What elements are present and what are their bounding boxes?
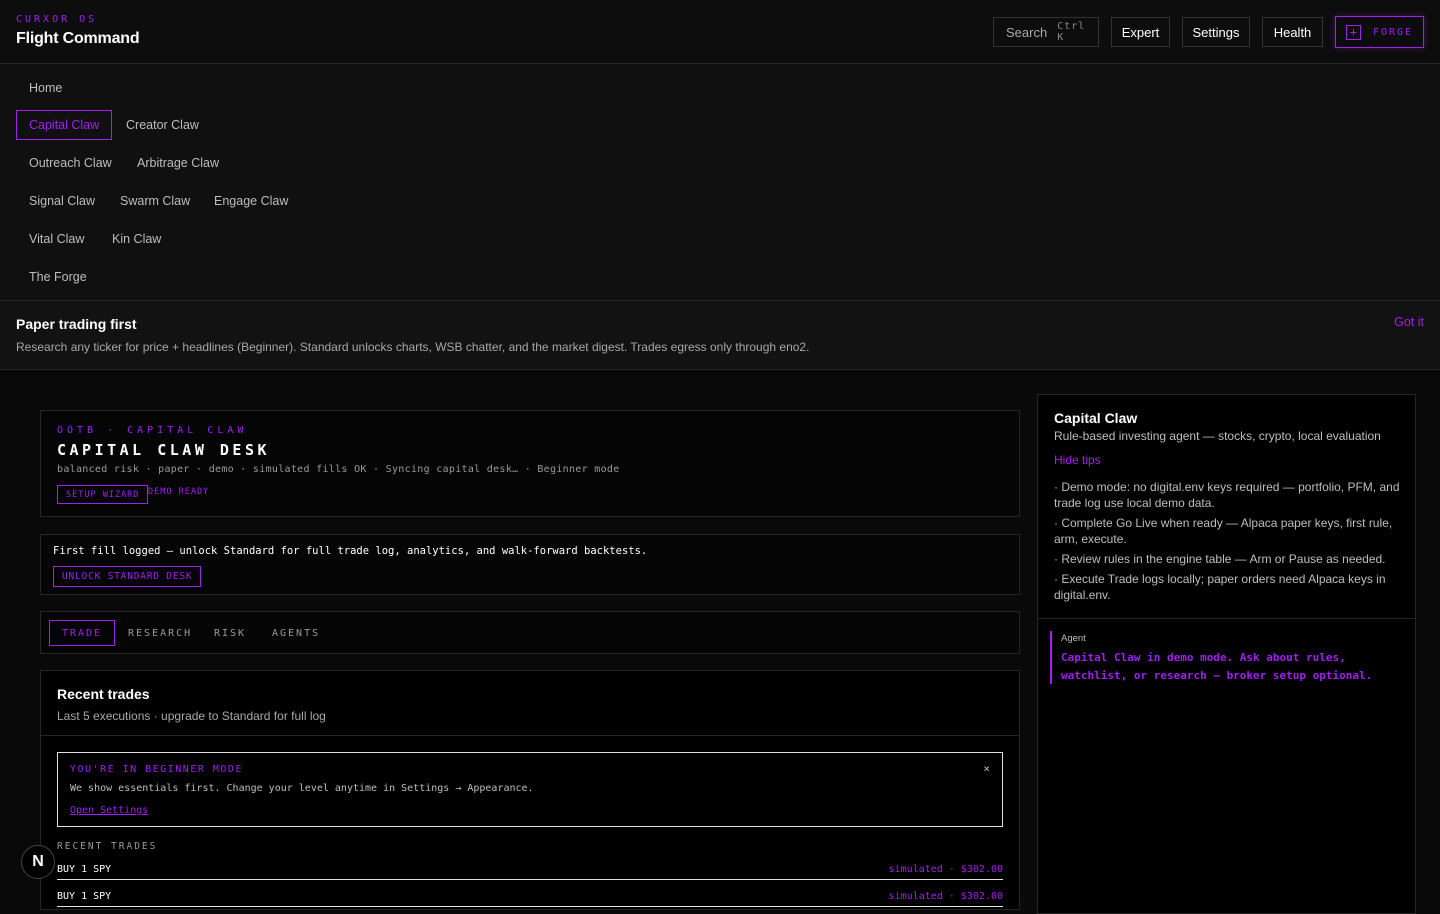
sidebar-title: Capital Claw	[1054, 410, 1138, 426]
nav-item-swarm-claw[interactable]: Swarm Claw	[107, 186, 203, 216]
recent-trades-subtitle: Last 5 executions · upgrade to Standard …	[57, 709, 326, 723]
desk-eyebrow: OOTB · CAPITAL CLAW	[57, 425, 248, 436]
app-title: Flight Command	[16, 30, 140, 47]
recent-trades-label: RECENT TRADES	[57, 841, 158, 852]
agent-label: Agent	[1061, 633, 1086, 644]
capital-claw-sidebar: Capital Claw Rule-based investing agent …	[1037, 394, 1416, 914]
trade-action: BUY 1 SPY	[57, 891, 112, 902]
nav-item-engage-claw[interactable]: Engage Claw	[201, 186, 301, 216]
expert-button[interactable]: Expert	[1111, 17, 1170, 47]
nav-item-outreach-claw[interactable]: Outreach Claw	[16, 148, 125, 178]
recent-trades-title: Recent trades	[57, 686, 150, 702]
agent-message: Agent Capital Claw in demo mode. Ask abo…	[1050, 631, 1402, 684]
trade-detail: simulated · $302.00	[888, 891, 1003, 902]
unlock-standard-card: First fill logged — unlock Standard for …	[40, 534, 1020, 595]
desk-meta: balanced risk · paper · demo · simulated…	[57, 464, 620, 475]
search-label: Search	[1006, 24, 1048, 40]
tip-title: Paper trading first	[16, 316, 137, 332]
unlock-standard-button[interactable]: UNLOCK STANDARD DESK	[53, 566, 202, 587]
trade-row[interactable]: BUY 1 SPY simulated · $302.00	[57, 860, 1003, 880]
claw-navigation: Home Capital Claw Creator Claw Outreach …	[0, 64, 1440, 301]
open-settings-link[interactable]: Open Settings	[70, 805, 148, 816]
nav-item-signal-claw[interactable]: Signal Claw	[16, 186, 108, 216]
close-icon[interactable]: ×	[983, 762, 990, 775]
beginner-title: YOU'RE IN BEGINNER MODE	[70, 764, 243, 775]
capital-claw-desk-card: OOTB · CAPITAL CLAW CAPITAL CLAW DESK ba…	[40, 410, 1020, 517]
nav-item-arbitrage-claw[interactable]: Arbitrage Claw	[124, 148, 232, 178]
search-shortcut: Ctrl K	[1057, 21, 1086, 43]
tip-item: · Review rules in the engine table — Arm…	[1054, 552, 1386, 566]
forge-button[interactable]: + FORGE	[1335, 16, 1424, 48]
forge-label: FORGE	[1372, 26, 1414, 38]
sidebar-info: Capital Claw Rule-based investing agent …	[1038, 395, 1415, 619]
desk-title: CAPITAL CLAW DESK	[57, 441, 271, 459]
trade-action: BUY 1 SPY	[57, 864, 112, 875]
nav-item-the-forge[interactable]: The Forge	[16, 262, 100, 292]
plus-icon: +	[1345, 24, 1361, 40]
setup-wizard-button[interactable]: SETUP WIZARD	[57, 485, 149, 504]
beginner-mode-notice: YOU'RE IN BEGINNER MODE We show essentia…	[57, 752, 1003, 827]
recent-trades-header: Recent trades Last 5 executions · upgrad…	[41, 671, 1019, 736]
tab-agents[interactable]: AGENTS	[259, 620, 333, 646]
nav-item-creator-claw[interactable]: Creator Claw	[113, 110, 212, 140]
recent-trades-panel: Recent trades Last 5 executions · upgrad…	[40, 670, 1020, 910]
top-bar: CURXOR OS Flight Command Search Ctrl K E…	[0, 0, 1440, 64]
tip-item: · Demo mode: no digital.env keys require…	[1054, 480, 1400, 510]
trade-detail: simulated · $302.00	[888, 864, 1003, 875]
demo-ready-badge: DEMO READY	[148, 487, 210, 497]
got-it-button[interactable]: Got it	[1394, 315, 1424, 329]
nav-item-vital-claw[interactable]: Vital Claw	[16, 224, 97, 254]
health-button[interactable]: Health	[1262, 17, 1323, 47]
nav-item-capital-claw[interactable]: Capital Claw	[16, 110, 113, 140]
tip-item: · Execute Trade logs locally; paper orde…	[1054, 572, 1386, 602]
tip-item: · Complete Go Live when ready — Alpaca p…	[1054, 516, 1393, 546]
agent-text: Capital Claw in demo mode. Ask about rul…	[1061, 651, 1373, 682]
hide-tips-link[interactable]: Hide tips	[1054, 453, 1101, 467]
main-content: OOTB · CAPITAL CLAW CAPITAL CLAW DESK ba…	[0, 370, 1440, 914]
trade-row[interactable]: BUY 1 SPY simulated · $302.00	[57, 887, 1003, 907]
unlock-message: First fill logged — unlock Standard for …	[53, 545, 648, 557]
nav-item-home[interactable]: Home	[16, 73, 75, 103]
settings-button[interactable]: Settings	[1182, 17, 1250, 47]
tab-trade[interactable]: TRADE	[49, 620, 116, 646]
tab-research[interactable]: RESEARCH	[115, 620, 205, 646]
beginner-text: We show essentials first. Change your le…	[70, 783, 534, 794]
sidebar-subtitle: Rule-based investing agent — stocks, cry…	[1054, 429, 1381, 443]
desk-tabs: TRADE RESEARCH RISK AGENTS	[40, 611, 1020, 654]
nextjs-badge-icon[interactable]: N	[21, 845, 55, 879]
tip-text: Research any ticker for price + headline…	[16, 340, 810, 354]
paper-trading-tip: Paper trading first Research any ticker …	[0, 301, 1440, 370]
search-button[interactable]: Search Ctrl K	[993, 17, 1099, 47]
brand-eyebrow: CURXOR OS	[16, 14, 98, 25]
tips-list: · Demo mode: no digital.env keys require…	[1054, 479, 1404, 607]
tab-risk[interactable]: RISK	[201, 620, 259, 646]
nav-item-kin-claw[interactable]: Kin Claw	[99, 224, 174, 254]
